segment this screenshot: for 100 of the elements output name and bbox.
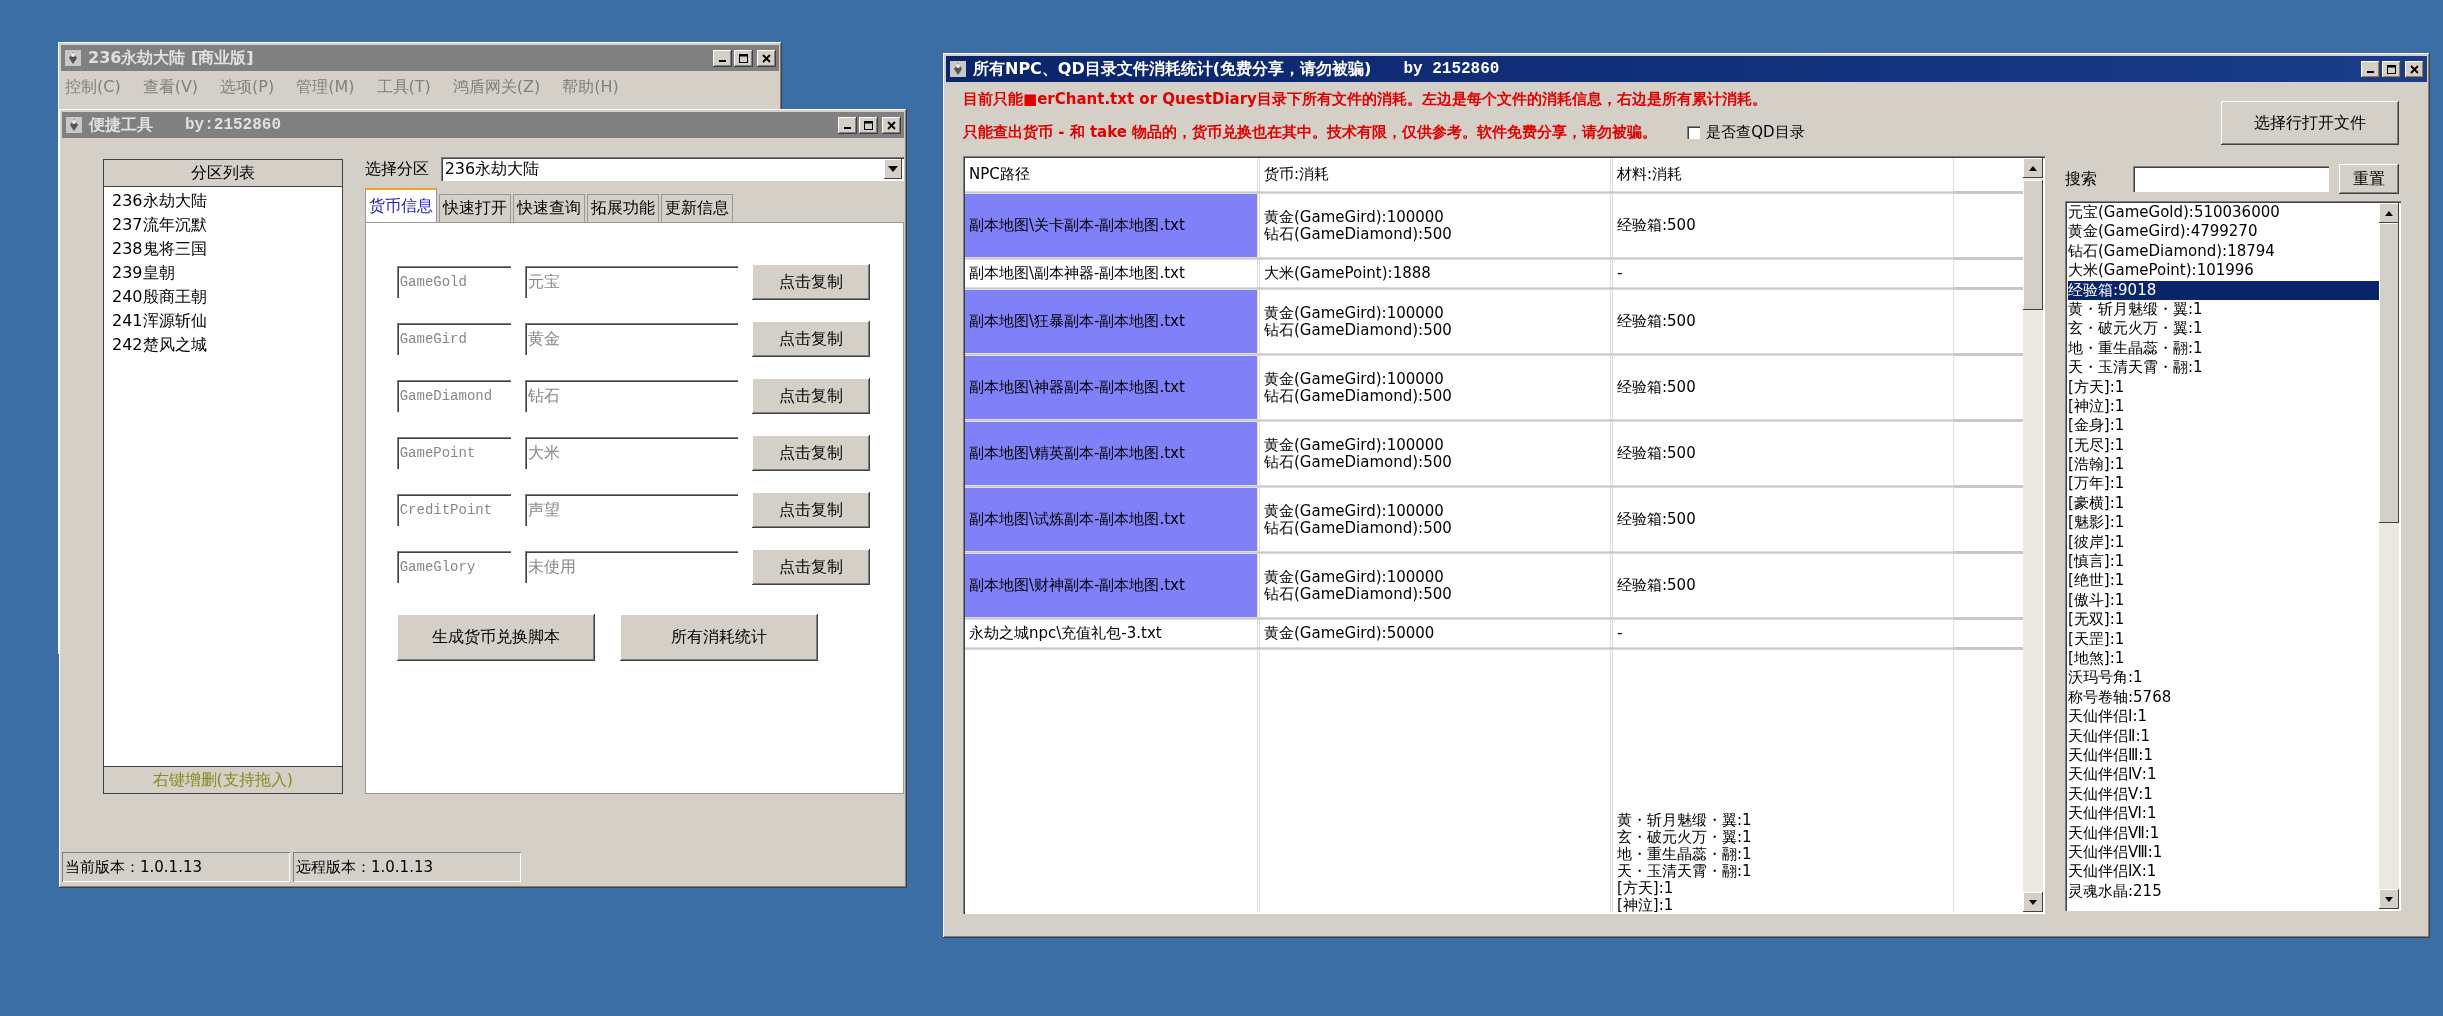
copy-button[interactable]: 点击复制 [751, 435, 870, 471]
list-item[interactable]: 天仙伴侣Ⅴ:1 [2068, 784, 2379, 805]
list-item[interactable]: 灵魂水晶:215 [2068, 881, 2379, 902]
search-field[interactable] [2133, 166, 2329, 192]
name-field[interactable]: 元宝 [524, 266, 738, 298]
name-field[interactable]: 钻石 [524, 380, 738, 412]
key-field[interactable]: GamePoint [396, 437, 511, 469]
list-item[interactable]: [傲斗]:1 [2068, 590, 2379, 611]
list-item[interactable]: 天仙伴侣Ⅷ:1 [2068, 842, 2379, 863]
list-item[interactable]: [彼岸]:1 [2068, 532, 2379, 553]
path-cell[interactable]: 副本地图\试炼副本-副本地图.txt [965, 488, 1257, 551]
down-arrow-icon [2029, 899, 2037, 905]
list-item[interactable]: 称号卷轴:5768 [2068, 687, 2379, 708]
scrollbar[interactable] [2379, 203, 2399, 909]
list-item[interactable]: [方天]:1 [2068, 377, 2379, 397]
copy-button[interactable]: 点击复制 [751, 264, 870, 300]
open-file-button[interactable]: 选择行打开文件 [2221, 101, 2399, 145]
list-item[interactable]: 黄金(GameGird):4799270 [2068, 222, 2379, 242]
search-label: 搜索 [2065, 168, 2098, 190]
app-icon [64, 49, 82, 67]
list-item[interactable]: 天仙伴侣Ⅳ:1 [2068, 765, 2379, 785]
scrollbar[interactable] [2023, 158, 2043, 912]
scroll-up-button[interactable] [2023, 158, 2043, 178]
scroll-down-button[interactable] [2379, 889, 2399, 909]
name-field[interactable]: 大米 [524, 437, 738, 469]
list-item[interactable]: [绝世]:1 [2068, 571, 2379, 591]
partition-item[interactable]: 240殷商王朝 [112, 285, 334, 309]
list-item[interactable]: [慎言]:1 [2068, 552, 2379, 572]
close-button[interactable] [2405, 60, 2424, 78]
list-item[interactable]: 天仙伴侣Ⅲ:1 [2068, 745, 2379, 766]
path-cell[interactable]: 副本地图\精英副本-副本地图.txt [965, 422, 1257, 485]
action-button[interactable]: 生成货币兑换脚本 [396, 614, 595, 661]
partition-item[interactable]: 238鬼将三国 [112, 237, 334, 261]
up-arrow-icon [2029, 165, 2037, 171]
key-field[interactable]: GameGird [396, 323, 511, 355]
list-item[interactable]: 天仙伴侣Ⅰ:1 [2068, 707, 2379, 727]
partition-item[interactable]: 241浑源斩仙 [112, 309, 334, 333]
minimize-button[interactable] [2361, 60, 2380, 78]
dropdown-arrow-icon [888, 166, 898, 172]
partition-item[interactable]: 242楚风之城 [112, 333, 334, 357]
notice-text: 只能查出货币 - 和 take 物品的，货币兑换也在其中。技术有限，仅供参考。软件免费分享，请勿被骗。 [963, 123, 1658, 142]
partition-item[interactable]: 239皇朝 [112, 261, 334, 285]
list-item[interactable]: 天仙伴侣Ⅶ:1 [2068, 823, 2379, 843]
list-item[interactable]: 黄・斩月魅缎・翼:1 [2068, 299, 2379, 320]
list-header: 分区列表 [104, 160, 342, 187]
list-item[interactable]: [豪横]:1 [2068, 493, 2379, 514]
tab[interactable]: 货币信息 [364, 188, 437, 222]
list-item[interactable]: [万年]:1 [2068, 474, 2379, 494]
name-field[interactable]: 声望 [524, 494, 738, 526]
key-field[interactable]: CreditPoint [396, 494, 511, 526]
list-item[interactable]: [天罡]:1 [2068, 629, 2379, 649]
maximize-button[interactable] [2382, 60, 2401, 78]
list-item[interactable]: 天仙伴侣Ⅱ:1 [2068, 726, 2379, 746]
list-item[interactable]: [浩翰]:1 [2068, 455, 2379, 475]
key-field[interactable]: GameGold [396, 266, 511, 298]
list-item[interactable]: 天仙伴侣Ⅵ:1 [2068, 804, 2379, 824]
copy-button[interactable]: 点击复制 [751, 549, 870, 585]
tab[interactable]: 快速查询 [512, 194, 585, 222]
scroll-up-button[interactable] [2379, 203, 2399, 223]
path-cell[interactable]: 副本地图\神器副本-副本地图.txt [965, 356, 1257, 419]
copy-button[interactable]: 点击复制 [751, 321, 870, 357]
name-field[interactable]: 未使用 [524, 551, 738, 583]
list-item[interactable]: 经验箱:9018 [2068, 280, 2379, 300]
maximize-icon [864, 120, 873, 130]
action-button[interactable]: 所有消耗统计 [619, 614, 818, 661]
scroll-down-button[interactable] [2023, 892, 2043, 912]
list-item[interactable]: [金身]:1 [2068, 416, 2379, 436]
tab[interactable]: 更新信息 [660, 194, 733, 222]
copy-button[interactable]: 点击复制 [751, 378, 870, 414]
list-item[interactable]: [无尽]:1 [2068, 435, 2379, 456]
list-item[interactable]: [魅影]:1 [2068, 513, 2379, 533]
name-field[interactable]: 黄金 [524, 323, 738, 355]
list-item[interactable]: 天・玉清天霄・翮:1 [2068, 358, 2379, 378]
tab[interactable]: 拓展功能 [586, 194, 659, 222]
list-item[interactable]: [地煞]:1 [2068, 649, 2379, 669]
list-item[interactable]: 沃玛号角:1 [2068, 668, 2379, 688]
path-cell[interactable]: 副本地图\财神副本-副本地图.txt [965, 554, 1257, 617]
minimize-icon [844, 127, 851, 129]
copy-button[interactable]: 点击复制 [751, 492, 870, 528]
list-item[interactable]: [无双]:1 [2068, 610, 2379, 630]
key-field[interactable]: GameDiamond [396, 380, 511, 412]
list-item[interactable]: 大米(GamePoint):101996 [2068, 261, 2379, 281]
reset-button[interactable]: 重置 [2339, 164, 2399, 194]
checkbox[interactable] [1687, 126, 1701, 139]
scroll-thumb[interactable] [2379, 223, 2399, 523]
partition-item[interactable]: 236永劫大陆 [112, 189, 334, 213]
list-item[interactable]: 钻石(GameDiamond):18794 [2068, 241, 2379, 262]
scroll-thumb[interactable] [2023, 180, 2043, 310]
partition-item[interactable]: 237流年沉默 [112, 213, 334, 237]
qd-checkbox[interactable]: 是否查QD目录 [1687, 123, 1805, 142]
list-item[interactable]: 玄・破元火万・翼:1 [2068, 319, 2379, 339]
path-cell[interactable]: 副本地图\狂暴副本-副本地图.txt [965, 290, 1257, 353]
path-cell[interactable]: 副本地图\关卡副本-副本地图.txt [965, 194, 1257, 257]
list-item[interactable]: 地・重生晶蕊・翮:1 [2068, 338, 2379, 359]
partition-dropdown[interactable]: 236永劫大陆 [440, 157, 904, 181]
list-item[interactable]: 天仙伴侣Ⅸ:1 [2068, 862, 2379, 882]
list-item[interactable]: [神泣]:1 [2068, 396, 2379, 417]
list-item[interactable]: 元宝(GameGold):510036000 [2068, 203, 2379, 223]
tab[interactable]: 快速打开 [438, 194, 511, 222]
key-field[interactable]: GameGlory [396, 551, 511, 583]
